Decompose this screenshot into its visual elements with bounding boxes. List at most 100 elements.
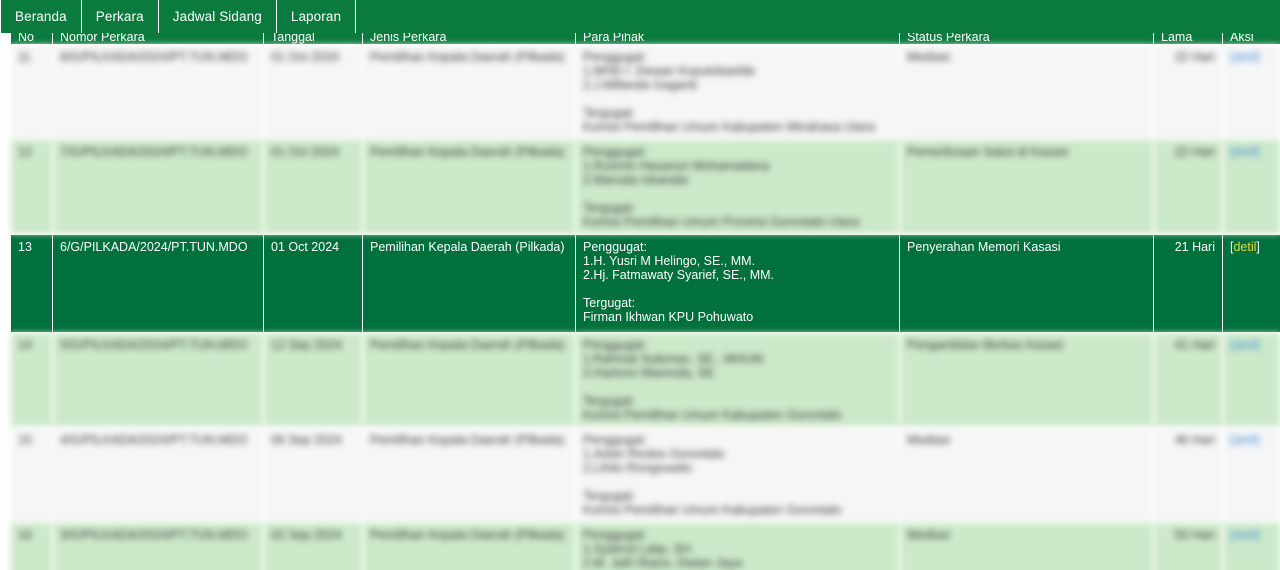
bracket-close: ]	[1256, 433, 1260, 447]
perkara-table-header: No Nomor Perkara Tanggal Jenis Perkara P…	[10, 33, 1280, 45]
table-row[interactable]: 12 7/G/PILKADA/2024/PT.TUN.MDO 01 Oct 2024…	[10, 139, 1280, 235]
nav-item-label: Beranda	[15, 9, 67, 24]
cell-status: Mediasi	[899, 522, 1154, 570]
cell-lama: 46 Hari	[1153, 427, 1223, 523]
cell-aksi: [detil]	[1222, 332, 1280, 428]
detil-label: detil	[1233, 240, 1257, 254]
perkara-table: No Nomor Perkara Tanggal Jenis Perkara P…	[8, 33, 1280, 570]
table-row[interactable]: 15 4/G/PILKADA/2024/PT.TUN.MDO 06 Sep 2024…	[10, 427, 1280, 523]
cell-jenis: Pemilihan Kepala Daerah (Pilkada)	[362, 44, 576, 140]
table-row[interactable]: 13 6/G/PILKADA/2024/PT.TUN.MDO 01 Oct 2024…	[8, 232, 1280, 335]
col-header-no[interactable]: No	[10, 33, 53, 45]
bracket-close: ]	[1256, 240, 1260, 254]
cell-no: 15	[10, 427, 53, 523]
cell-jenis: Pemilihan Kepala Daerah (Pilkada)	[362, 427, 576, 523]
detil-link[interactable]: [detil]	[1230, 145, 1260, 159]
nav-item-laporan[interactable]: Laporan	[277, 0, 357, 33]
cell-lama: 22 Hari	[1153, 139, 1223, 235]
table-row[interactable]: 16 3/G/PILKADA/2024/PT.TUN.MDO 02 Sep 2024…	[10, 522, 1280, 570]
nav-item-jadwal-sidang[interactable]: Jadwal Sidang	[159, 0, 277, 33]
detil-label: detil	[1233, 433, 1257, 447]
cell-tanggal: 12 Sep 2024	[263, 332, 363, 428]
perkara-table-body: 11 8/G/PILKADA/2024/PT.TUN.MDO 01 Oct 2024…	[8, 44, 1280, 570]
col-header-aksi[interactable]: Aksi	[1222, 33, 1280, 45]
cell-lama: 50 Hari	[1153, 522, 1223, 570]
cell-aksi: [detil]	[1222, 139, 1280, 235]
nav-item-label: Jadwal Sidang	[172, 9, 262, 24]
col-header-nomor[interactable]: Nomor Perkara	[52, 33, 264, 45]
cell-lama: 21 Hari	[1153, 234, 1223, 333]
detil-link[interactable]: [detil]	[1230, 433, 1260, 447]
bracket-close: ]	[1256, 50, 1260, 64]
cell-lama: 22 Hari	[1153, 44, 1223, 140]
col-header-pihak[interactable]: Para Pihak	[575, 33, 900, 45]
cell-pihak: Penggugat: 1.MHD I. Dewan Koputobaelde 2…	[575, 44, 900, 140]
table-row[interactable]: 11 8/G/PILKADA/2024/PT.TUN.MDO 01 Oct 2024…	[10, 44, 1280, 140]
detil-link[interactable]: [detil]	[1230, 528, 1260, 542]
party-text: Penggugat: 1.Syahrul Latip, SH. 2.M. Jaf…	[583, 528, 743, 570]
cell-status: Pemeriksaan Saksi di Kasasi	[899, 139, 1154, 235]
party-text: Penggugat: 1.Rusmin Hasanuri Mohamadana …	[583, 145, 860, 229]
cell-jenis: Pemilihan Kepala Daerah (Pilkada)	[362, 332, 576, 428]
cell-tanggal: 02 Sep 2024	[263, 522, 363, 570]
cell-pihak: Penggugat: 1.Rusmin Hasanuri Mohamadana …	[575, 139, 900, 235]
cell-tanggal: 06 Sep 2024	[263, 427, 363, 523]
cell-aksi: [detil]	[1222, 522, 1280, 570]
detil-label: detil	[1233, 528, 1257, 542]
cell-aksi: [detil]	[1222, 44, 1280, 140]
cell-tanggal: 01 Oct 2024	[263, 234, 363, 333]
cell-jenis: Pemilihan Kepala Daerah (Pilkada)	[362, 522, 576, 570]
party-text: Penggugat: 1.Rahmat Suleman, SE., MHUM. …	[583, 338, 842, 422]
cell-status: Mediasi	[899, 44, 1154, 140]
col-header-lama[interactable]: Lama	[1153, 33, 1223, 45]
detil-label: detil	[1233, 50, 1257, 64]
detil-label: detil	[1233, 338, 1257, 352]
navbar-filler	[356, 0, 1280, 33]
cell-nomor: 8/G/PILKADA/2024/PT.TUN.MDO	[52, 44, 264, 140]
cell-no: 16	[10, 522, 53, 570]
cell-nomor: 7/G/PILKADA/2024/PT.TUN.MDO	[52, 139, 264, 235]
cell-jenis: Pemilihan Kepala Daerah (Pilkada)	[362, 234, 576, 333]
party-text: Penggugat: 1.MHD I. Dewan Koputobaelde 2…	[583, 50, 875, 134]
cell-status: Pengambilan Berkas Kasasi	[899, 332, 1154, 428]
cell-nomor: 5/G/PILKADA/2024/PT.TUN.MDO	[52, 332, 264, 428]
col-header-tanggal[interactable]: Tanggal	[263, 33, 363, 45]
cell-no: 11	[10, 44, 53, 140]
nav-item-label: Laporan	[290, 9, 342, 24]
cell-tanggal: 01 Oct 2024	[263, 44, 363, 140]
detil-link[interactable]: [detil]	[1230, 338, 1260, 352]
detil-link[interactable]: [detil]	[1230, 50, 1260, 64]
bracket-close: ]	[1256, 528, 1260, 542]
bracket-close: ]	[1256, 145, 1260, 159]
col-header-jenis[interactable]: Jenis Perkara	[362, 33, 576, 45]
cell-status: Penyerahan Memori Kasasi	[899, 234, 1154, 333]
col-header-status[interactable]: Status Perkara	[899, 33, 1154, 45]
cell-nomor: 4/G/PILKADA/2024/PT.TUN.MDO	[52, 427, 264, 523]
party-text: Penggugat: 1.Aslan Reskio Gorontalo 2.Li…	[583, 433, 842, 517]
table-row[interactable]: 14 5/G/PILKADA/2024/PT.TUN.MDO 12 Sep 2024…	[10, 332, 1280, 428]
table-header-row: No Nomor Perkara Tanggal Jenis Perkara P…	[10, 33, 1280, 45]
cell-status: Mediasi	[899, 427, 1154, 523]
cell-tanggal: 01 Oct 2024	[263, 139, 363, 235]
party-text: Penggugat: 1.H. Yusri M Helingo, SE., MM…	[583, 240, 775, 324]
cell-aksi: [detil]	[1222, 427, 1280, 523]
detil-label: detil	[1233, 145, 1257, 159]
cell-pihak: Penggugat: 1.Aslan Reskio Gorontalo 2.Li…	[575, 427, 900, 523]
cell-no: 14	[10, 332, 53, 428]
bracket-close: ]	[1256, 338, 1260, 352]
cell-pihak: Penggugat: 1.H. Yusri M Helingo, SE., MM…	[575, 234, 900, 333]
perkara-table-scroll-area[interactable]: No Nomor Perkara Tanggal Jenis Perkara P…	[0, 33, 1280, 570]
cell-nomor: 3/G/PILKADA/2024/PT.TUN.MDO	[52, 522, 264, 570]
cell-pihak: Penggugat: 1.Rahmat Suleman, SE., MHUM. …	[575, 332, 900, 428]
nav-item-label: Perkara	[95, 9, 144, 24]
cell-lama: 41 Hari	[1153, 332, 1223, 428]
nav-item-beranda[interactable]: Beranda	[0, 0, 82, 33]
cell-no: 12	[10, 139, 53, 235]
detil-link[interactable]: [detil]	[1230, 240, 1260, 254]
cell-nomor: 6/G/PILKADA/2024/PT.TUN.MDO	[52, 234, 264, 333]
cell-no: 13	[10, 234, 53, 333]
nav-item-perkara[interactable]: Perkara	[82, 0, 159, 33]
main-navbar: Beranda Perkara Jadwal Sidang Laporan	[0, 0, 1280, 33]
cell-pihak: Penggugat: 1.Syahrul Latip, SH. 2.M. Jaf…	[575, 522, 900, 570]
cell-aksi: [detil]	[1222, 234, 1280, 333]
